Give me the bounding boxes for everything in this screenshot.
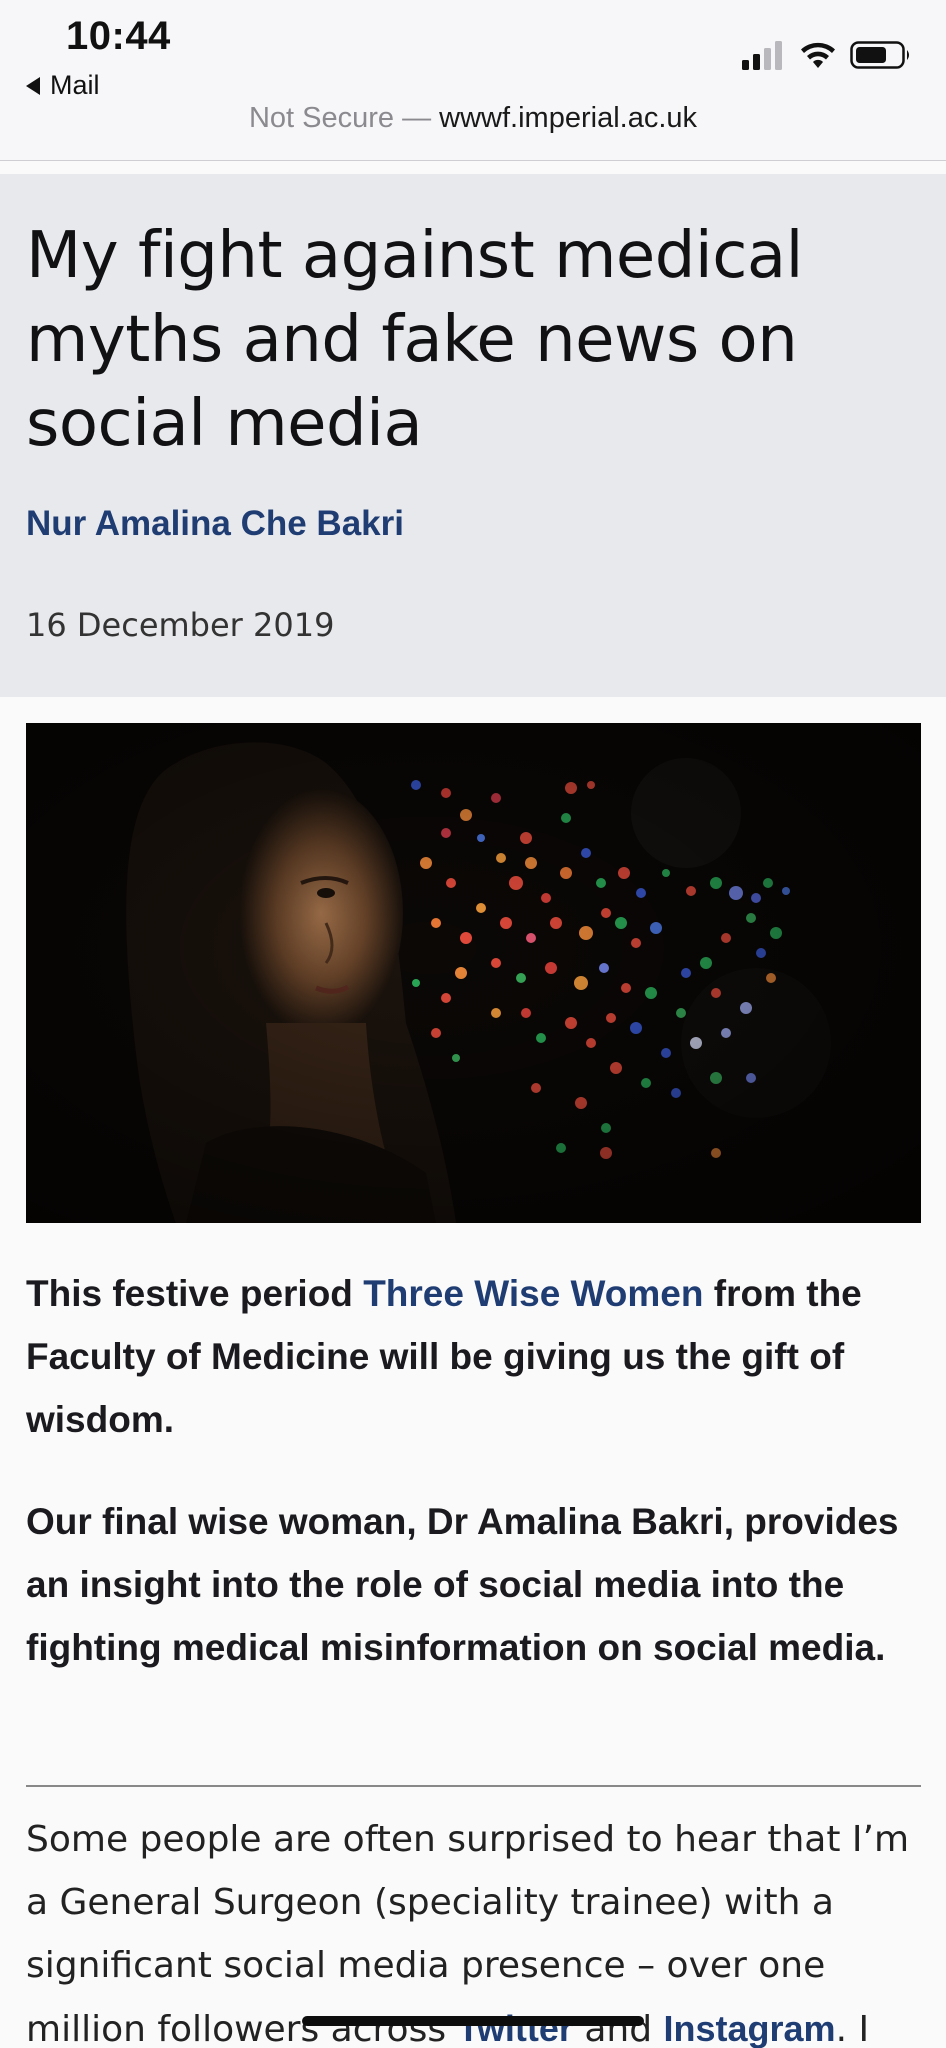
url-domain: wwwf.imperial.ac.uk <box>439 102 698 134</box>
signal-icon <box>742 41 782 70</box>
article-title: My fight against medical myths and fake … <box>26 219 803 461</box>
security-label: Not Secure — <box>248 102 432 134</box>
article-header: My fight against medical myths and fake … <box>0 174 946 697</box>
back-to-mail-button[interactable]: Mail <box>26 70 100 101</box>
back-label: Mail <box>50 70 100 100</box>
address-bar[interactable]: Not Secure — wwwf.imperial.ac.uk <box>0 102 946 135</box>
status-icons <box>742 40 912 70</box>
body-paragraph: Some people are often surprised to hear … <box>26 1808 936 2048</box>
page: 10:44 Mail Not Secure — wwwf.imperial.ac… <box>0 0 946 2048</box>
publish-date: 16 December 2019 <box>26 606 335 644</box>
lead1-prefix: This festive period <box>26 1273 364 1314</box>
twitter-link[interactable]: Twitter <box>458 2008 573 2048</box>
battery-icon <box>850 41 909 69</box>
author-link[interactable]: Nur Amalina Che Bakri <box>26 504 404 544</box>
body-middle: and <box>572 2009 664 2048</box>
body-suffix: . I <box>835 2009 870 2048</box>
home-indicator[interactable] <box>302 2016 644 2026</box>
hero-photo <box>26 723 921 1223</box>
status-time: 10:44 <box>66 14 171 58</box>
three-wise-women-link[interactable]: Three Wise Women <box>363 1273 703 1314</box>
divider <box>26 1785 921 1787</box>
wifi-icon <box>801 42 835 68</box>
hero-image <box>26 723 921 1223</box>
lead-paragraph-1: This festive period Three Wise Women fro… <box>26 1262 926 1451</box>
instagram-link[interactable]: Instagram <box>664 2008 836 2048</box>
status-bar: 10:44 Mail Not Secure — wwwf.imperial.ac… <box>0 0 946 161</box>
back-arrow-icon <box>26 76 40 95</box>
lead-paragraph-2: Our final wise woman, Dr Amalina Bakri, … <box>26 1501 899 1668</box>
